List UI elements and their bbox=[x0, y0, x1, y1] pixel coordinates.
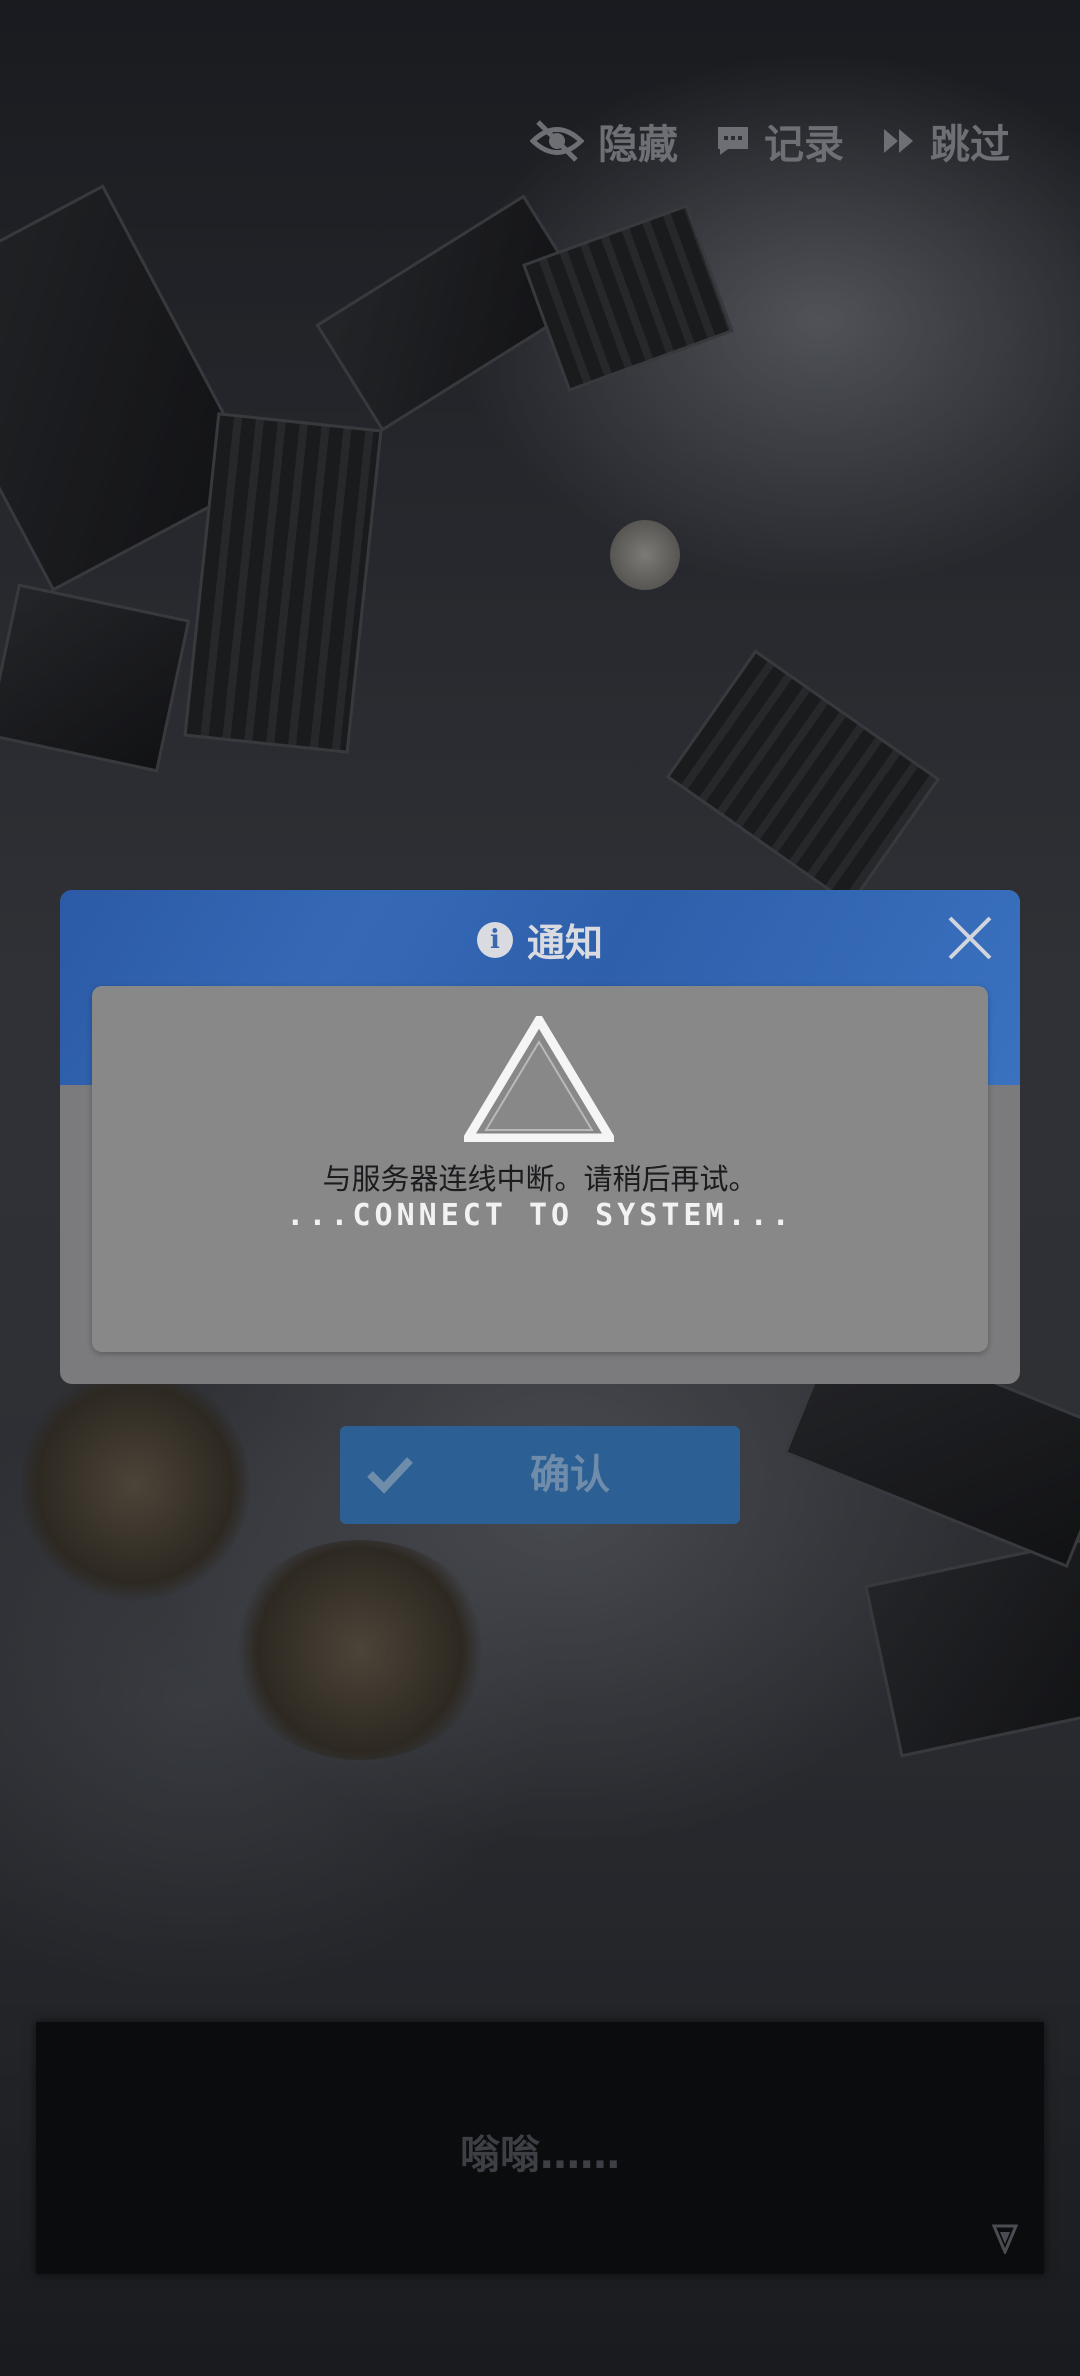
close-icon[interactable] bbox=[946, 914, 994, 962]
message-chinese: 与服务器连线中断。请稍后再试。 bbox=[322, 1162, 758, 1196]
story-controls: 隐藏 记录 跳过 bbox=[530, 112, 1010, 170]
confirm-button[interactable]: 确认 bbox=[340, 1426, 740, 1524]
warning-triangle-icon bbox=[464, 1016, 614, 1142]
log-label: 记录 bbox=[764, 122, 844, 168]
log-button[interactable]: 记录 bbox=[716, 112, 844, 170]
info-icon: i bbox=[476, 921, 513, 958]
skip-button[interactable]: 跳过 bbox=[882, 112, 1010, 170]
notice-dialog: i 通知 与服务器连线中断。请稍后再试。 ...CONNECT TO SYSTE… bbox=[60, 890, 1020, 1384]
dialog-title: i 通知 bbox=[60, 912, 1020, 967]
next-arrow-icon bbox=[992, 2224, 1018, 2254]
dialog-title-text: 通知 bbox=[526, 921, 603, 965]
game-screen: 隐藏 记录 跳过 i 通知 与服务器连线中断。请稍后再试。 ...CONNECT… bbox=[0, 0, 1080, 2376]
dialogue-box[interactable]: 嗡嗡…… bbox=[36, 2022, 1044, 2274]
hide-button[interactable]: 隐藏 bbox=[530, 112, 678, 170]
chat-log-icon bbox=[718, 127, 748, 155]
message-english: ...CONNECT TO SYSTEM... bbox=[286, 1198, 794, 1233]
eye-off-icon bbox=[530, 120, 584, 162]
skip-label: 跳过 bbox=[930, 122, 1010, 168]
hide-label: 隐藏 bbox=[598, 122, 678, 168]
fast-forward-icon bbox=[884, 129, 913, 153]
dialogue-text: 嗡嗡…… bbox=[460, 2132, 620, 2178]
dialog-body: 与服务器连线中断。请稍后再试。 ...CONNECT TO SYSTEM... bbox=[92, 986, 988, 1352]
confirm-label: 确认 bbox=[530, 1452, 610, 1498]
